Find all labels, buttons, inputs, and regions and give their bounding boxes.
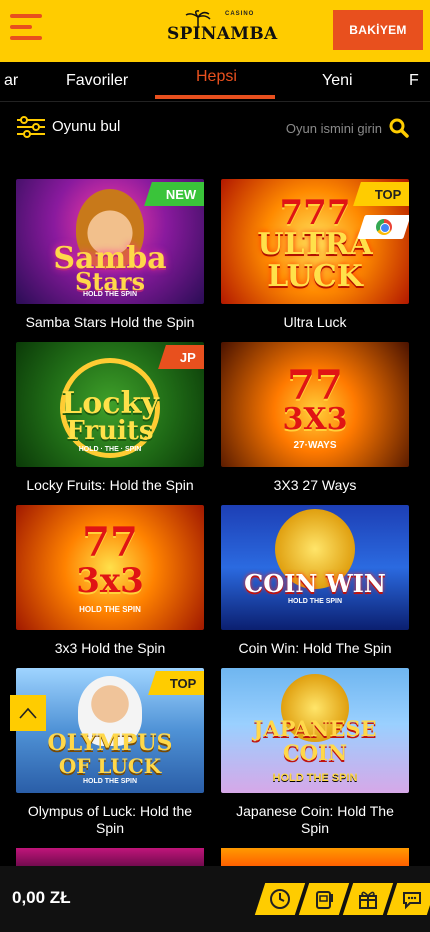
chrome-icon [357,215,409,239]
game-logo-sub: HOLD THE SPIN [82,778,138,785]
game-logo-line2: OF LUCK [58,754,162,778]
game-logo-sub: HOLD THE SPIN [272,772,358,784]
game-card[interactable]: COIN WIN HOLD THE SPIN Coin Win: Hold Th… [221,505,409,657]
tab-all[interactable]: Hepsi [196,68,237,86]
game-card[interactable]: JAPANESE COIN HOLD THE SPIN Japanese Coi… [221,668,409,837]
search-bar: Oyunu bul [0,108,430,148]
game-logo-line2: COIN [282,740,348,765]
clock-icon [270,889,290,909]
tab-new[interactable]: Yeni [322,72,353,90]
game-logo-sub: HOLD · THE · SPIN [78,446,142,453]
deposit-button[interactable]: BAKİYEM [333,10,423,50]
game-title[interactable]: 3x3 Hold the Spin [16,640,204,657]
chevron-up-icon [19,707,37,719]
top-badge: TOP [352,182,409,206]
game-logo-line2: Fruits [66,416,154,446]
game-thumbnail[interactable]: 777 ULTRA LUCK TOP [221,179,409,304]
game-thumbnail[interactable]: 77 3X3 27·WAYS [221,342,409,467]
history-button[interactable] [254,883,306,915]
game-logo-line1: JAPANESE [253,716,377,741]
game-title[interactable]: Coin Win: Hold The Spin [221,640,409,657]
game-card[interactable]: Samba Stars HOLD THE SPIN NEW Samba Star… [16,179,204,331]
tab-favorites[interactable]: Favoriler [66,72,128,90]
game-logo-line2: 3X3 [282,402,348,437]
chat-button[interactable] [386,883,430,915]
game-thumbnail[interactable]: JAPANESE COIN HOLD THE SPIN [221,668,409,793]
slot-machine-icon [316,891,333,909]
balance-amount[interactable]: 0,00 ZŁ [12,888,71,908]
game-thumbnail-partial[interactable] [16,848,204,868]
game-logo-line1: COIN WIN [244,569,386,598]
logo[interactable]: CASINO SPINAMBA [165,10,277,50]
game-card[interactable]: 77 3X3 27·WAYS 3X3 27 Ways [221,342,409,494]
game-logo-line1: 77 [82,519,138,566]
game-title[interactable]: Japanese Coin: Hold The Spin [221,803,409,837]
scroll-to-top-button[interactable] [10,695,46,731]
game-title[interactable]: Locky Fruits: Hold the Spin [16,477,204,494]
game-logo-sub: HOLD THE SPIN [79,605,141,614]
game-thumbnail[interactable]: 77 3x3 HOLD THE SPIN [16,505,204,630]
game-card[interactable]: Locky Fruits HOLD · THE · SPIN JP Locky … [16,342,204,494]
menu-icon[interactable] [10,14,44,42]
footer-bar: 0,00 ZŁ [0,866,430,932]
game-thumbnail[interactable]: Samba Stars HOLD THE SPIN NEW [16,179,204,304]
filter-icon[interactable] [16,116,46,138]
game-title[interactable]: Samba Stars Hold the Spin [16,314,204,331]
logo-small-text: CASINO [225,11,255,17]
bonus-button[interactable] [342,883,394,915]
footer-actions [254,883,430,915]
new-badge: NEW [143,182,204,206]
game-logo-sub: 27·WAYS [293,440,337,451]
gift-icon [359,891,377,909]
game-card[interactable]: OLYMPUS OF LUCK HOLD THE SPIN TOP Olympu… [16,668,204,837]
game-logo-line2: 3x3 [76,561,144,601]
active-tab-indicator [155,95,275,99]
tab-partial-right[interactable]: F [409,72,419,90]
header: CASINO SPINAMBA BAKİYEM [0,0,430,62]
find-game-label[interactable]: Oyunu bul [52,118,120,135]
game-title[interactable]: Ultra Luck [221,314,409,331]
game-logo-line1: OLYMPUS [47,730,173,756]
game-thumbnail[interactable]: COIN WIN HOLD THE SPIN [221,505,409,630]
game-card[interactable]: 77 3x3 HOLD THE SPIN 3x3 Hold the Spin [16,505,204,657]
game-logo-sub: HOLD THE SPIN [82,291,138,298]
game-title[interactable]: 3X3 27 Ways [221,477,409,494]
slots-button[interactable] [298,883,350,915]
search-icon[interactable] [389,118,409,138]
top-badge: TOP [147,671,204,695]
game-thumbnail[interactable]: Locky Fruits HOLD · THE · SPIN JP [16,342,204,467]
game-title[interactable]: Olympus of Luck: Hold the Spin [16,803,204,837]
game-thumbnail-partial[interactable] [221,848,409,868]
jackpot-badge: JP [158,345,204,369]
tab-partial-left[interactable]: ar [4,72,18,90]
logo-text: SPINAMBA [167,24,278,44]
game-logo-line3: LUCK [267,259,363,294]
search-input[interactable] [240,116,382,140]
game-card[interactable]: 777 ULTRA LUCK TOP Ultra Luck [221,179,409,331]
chat-icon [403,892,421,910]
game-logo-sub: HOLD THE SPIN [287,598,343,605]
